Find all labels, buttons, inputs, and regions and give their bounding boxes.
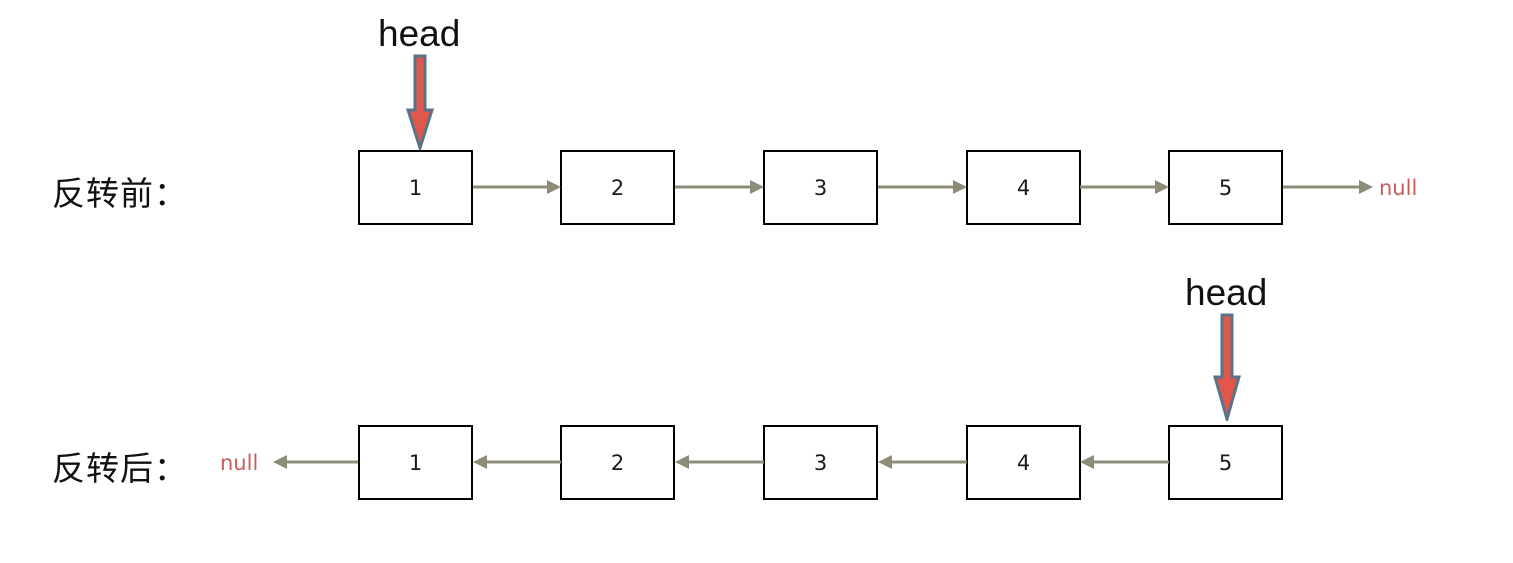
node-after-3[interactable]: 3: [763, 425, 878, 500]
node-value: 5: [1218, 450, 1233, 475]
link-after-1-null: [273, 455, 358, 469]
link-after-3-2: [675, 455, 764, 469]
link-before-2-3: [675, 180, 764, 194]
head-pointer-arrow-before: [405, 54, 435, 150]
null-terminator-after: null: [220, 451, 259, 475]
link-after-5-4: [1080, 455, 1169, 469]
node-after-1[interactable]: 1: [358, 425, 473, 500]
node-value: 4: [1016, 175, 1031, 200]
link-after-4-3: [878, 455, 967, 469]
node-value: 2: [610, 450, 625, 475]
row-label-before: 反转前：: [52, 174, 188, 213]
head-pointer-arrow-after: [1213, 313, 1241, 421]
link-after-2-1: [473, 455, 561, 469]
node-before-4[interactable]: 4: [966, 150, 1081, 225]
link-before-3-4: [878, 180, 967, 194]
node-before-3[interactable]: 3: [763, 150, 878, 225]
link-before-4-5: [1080, 180, 1169, 194]
null-terminator-before: null: [1379, 176, 1418, 200]
diagram-canvas: head 反转前： 1 2 3 4 5 null head 反转后： null …: [0, 0, 1513, 563]
node-value: 3: [813, 175, 828, 200]
node-value: 5: [1218, 175, 1233, 200]
node-value: 1: [408, 450, 423, 475]
link-before-5-null: [1283, 180, 1373, 194]
node-value: 1: [408, 175, 423, 200]
node-value: 4: [1016, 450, 1031, 475]
head-label-after: head: [1185, 272, 1268, 313]
node-after-2[interactable]: 2: [560, 425, 675, 500]
node-before-1[interactable]: 1: [358, 150, 473, 225]
row-label-after: 反转后：: [52, 449, 188, 488]
node-value: 2: [610, 175, 625, 200]
node-before-2[interactable]: 2: [560, 150, 675, 225]
head-label-before: head: [378, 13, 461, 54]
node-after-4[interactable]: 4: [966, 425, 1081, 500]
node-value: 3: [813, 450, 828, 475]
link-before-1-2: [473, 180, 561, 194]
node-after-5[interactable]: 5: [1168, 425, 1283, 500]
node-before-5[interactable]: 5: [1168, 150, 1283, 225]
